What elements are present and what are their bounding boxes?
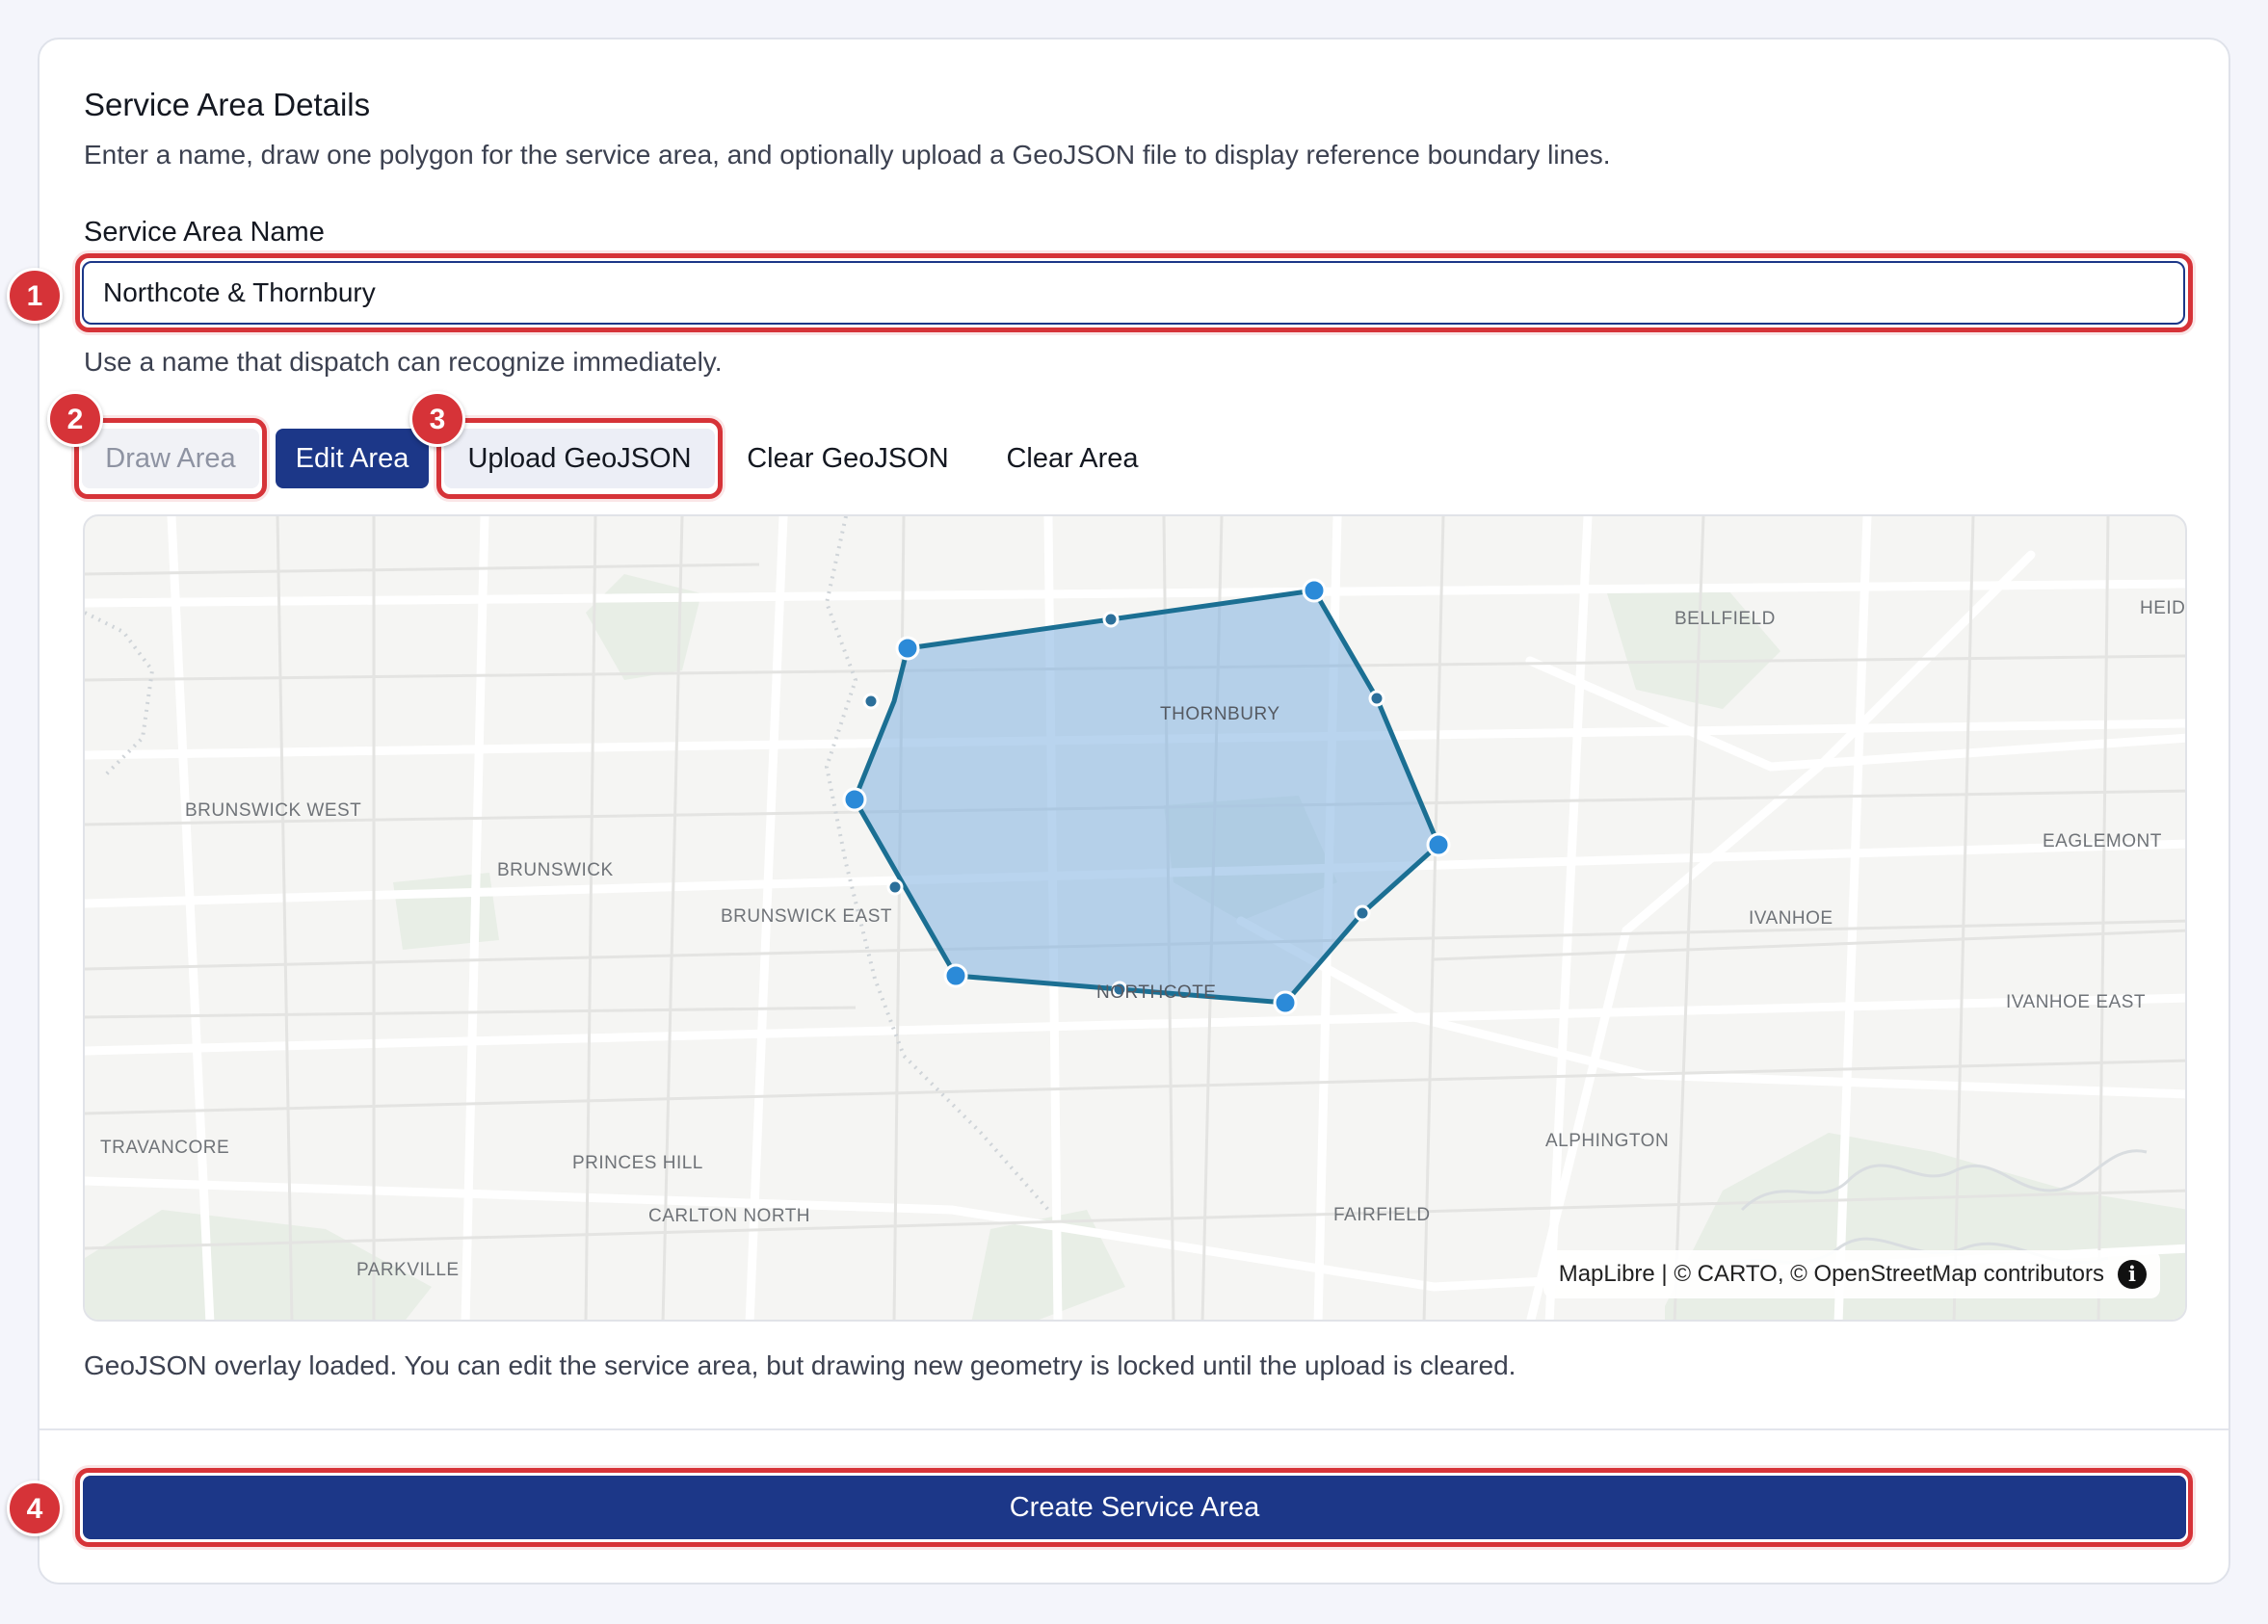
draw-area-button[interactable]: Draw Area — [82, 429, 259, 488]
place-label-alphington: ALPHINGTON — [1545, 1131, 1669, 1151]
upload-geojson-button[interactable]: Upload GeoJSON — [444, 429, 715, 488]
polygon-vertex[interactable] — [1302, 578, 1327, 603]
place-label-brunswick-east: BRUNSWICK EAST — [721, 906, 892, 927]
polygon-midpoint[interactable] — [1354, 904, 1371, 922]
section-description: Enter a name, draw one polygon for the s… — [84, 140, 1611, 170]
place-label-northcote: NORTHCOTE — [1096, 982, 1216, 1003]
place-label-bellfield: BELLFIELD — [1675, 609, 1776, 629]
place-label-ivanhoe-east: IVANHOE EAST — [2006, 992, 2146, 1012]
annotation-badge-3: 3 — [409, 391, 465, 447]
place-label-parkville: PARKVILLE — [356, 1260, 460, 1280]
map-attribution: MapLibre | © CARTO, © OpenStreetMap cont… — [1543, 1250, 2160, 1298]
annotation-badge-1: 1 — [7, 268, 63, 324]
divider — [40, 1428, 2228, 1430]
polygon-vertex[interactable] — [1426, 832, 1451, 857]
status-message: GeoJSON overlay loaded. You can edit the… — [84, 1350, 1516, 1380]
service-area-name-input[interactable] — [82, 261, 2185, 325]
annotation-badge-2: 2 — [47, 391, 103, 447]
service-area-name-hint: Use a name that dispatch can recognize i… — [84, 347, 723, 377]
polygon-vertex[interactable] — [842, 787, 867, 812]
polygon-vertex[interactable] — [943, 963, 968, 988]
service-area-name-label: Service Area Name — [84, 217, 325, 248]
place-label-ivanhoe: IVANHOE — [1749, 908, 1833, 929]
place-label-fairfield: FAIRFIELD — [1333, 1205, 1431, 1225]
service-area-map[interactable]: BELLFIELD HEID THORNBURY BRUNSWICK WEST … — [83, 514, 2187, 1322]
place-label-princes-hill: PRINCES HILL — [572, 1153, 703, 1173]
place-label-brunswick: BRUNSWICK — [497, 860, 614, 880]
place-label-travancore: TRAVANCORE — [100, 1138, 229, 1158]
polygon-vertex[interactable] — [895, 636, 920, 661]
edit-area-button[interactable]: Edit Area — [276, 429, 429, 488]
place-label-heid: HEID — [2140, 598, 2185, 618]
polygon-midpoint[interactable] — [886, 878, 904, 896]
section-title: Service Area Details — [84, 87, 371, 122]
polygon-vertex[interactable] — [1273, 990, 1298, 1015]
polygon-midpoint[interactable] — [1368, 690, 1385, 707]
annotation-badge-4: 4 — [7, 1480, 63, 1536]
clear-geojson-button[interactable]: Clear GeoJSON — [730, 429, 965, 488]
create-service-area-button[interactable]: Create Service Area — [83, 1476, 2186, 1539]
clear-area-button[interactable]: Clear Area — [981, 429, 1164, 488]
place-label-carlton-north: CARLTON NORTH — [648, 1206, 810, 1226]
polygon-midpoint[interactable] — [1102, 611, 1120, 628]
place-label-brunswick-west: BRUNSWICK WEST — [185, 800, 361, 821]
map-canvas[interactable]: BELLFIELD HEID THORNBURY BRUNSWICK WEST … — [85, 516, 2187, 1322]
polygon-midpoint[interactable] — [862, 693, 880, 710]
place-label-eaglemont: EAGLEMONT — [2043, 831, 2162, 851]
place-label-thornbury: THORNBURY — [1160, 704, 1280, 724]
map-attribution-text: MapLibre | © CARTO, © OpenStreetMap cont… — [1558, 1261, 2104, 1287]
info-icon[interactable]: i — [2118, 1260, 2147, 1289]
